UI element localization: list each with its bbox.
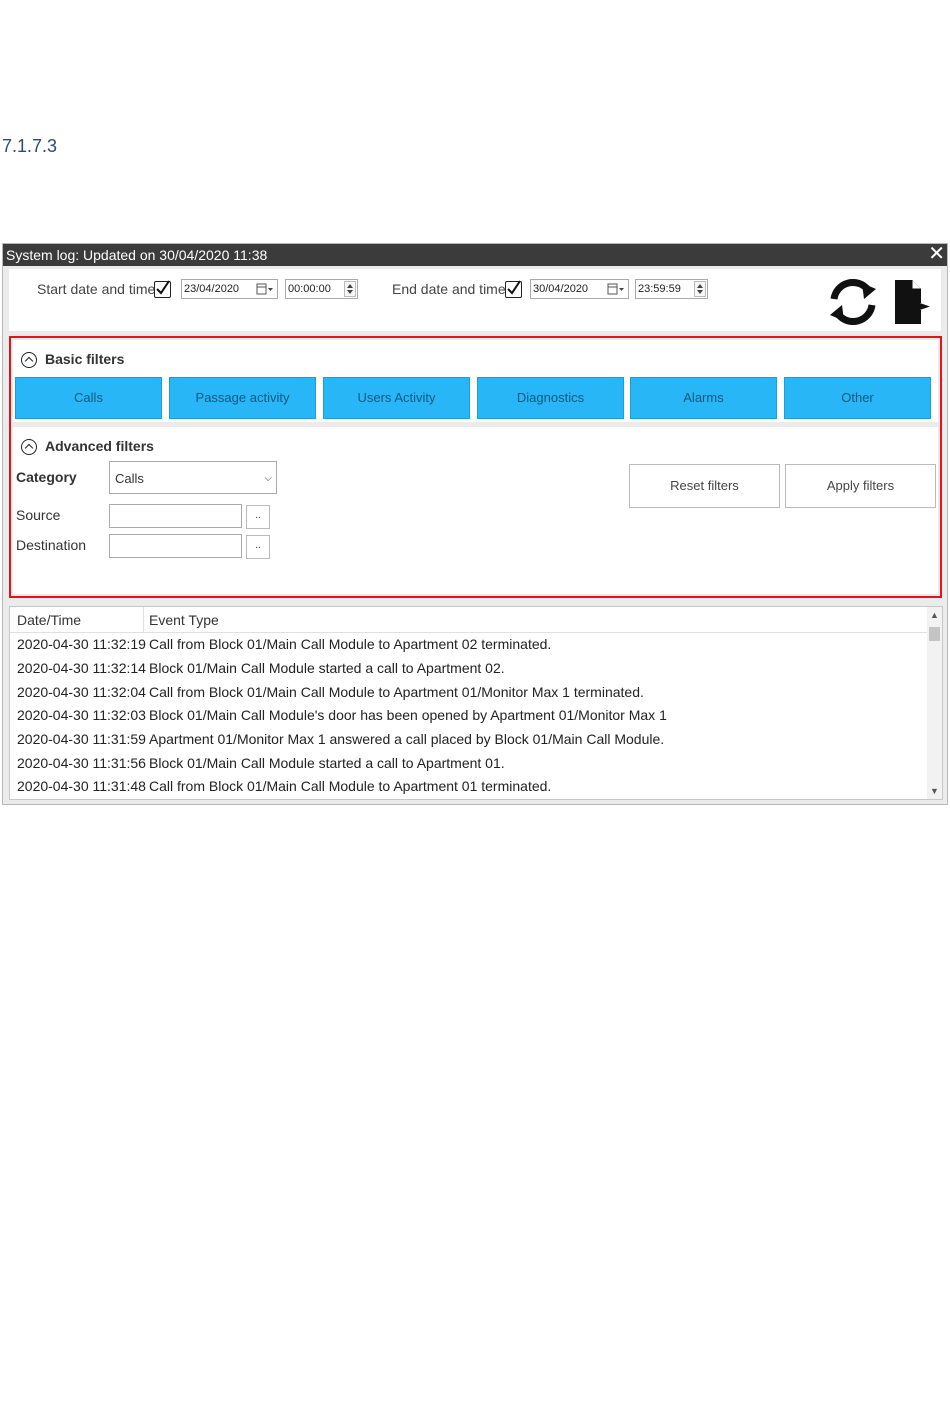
category-label: Category [16, 469, 77, 485]
category-select[interactable]: Calls ⌵ [109, 461, 277, 494]
table-header: Date/Time Event Type [10, 607, 928, 633]
start-time-input[interactable]: 00:00:00 [285, 279, 358, 299]
end-time-spinner[interactable] [694, 281, 706, 297]
end-date-label: End date and time [392, 281, 506, 297]
start-date-checkbox[interactable] [154, 280, 171, 298]
check-icon [507, 280, 521, 295]
calendar-dropdown-icon [607, 283, 624, 295]
start-date-label: Start date and time [37, 281, 156, 297]
source-browse-button[interactable]: .. [246, 505, 270, 529]
destination-label: Destination [16, 537, 87, 553]
table-row[interactable]: 2020-04-30 11:32:03 Block 01/Main Call M… [10, 704, 928, 728]
window-title: System log: Updated on 30/04/2020 11:38 [6, 247, 268, 263]
end-date-picker[interactable]: 30/04/2020 [530, 279, 629, 299]
destination-browse-button[interactable]: .. [246, 535, 270, 559]
date-range-bar: Start date and time 23/04/2020 00:00:00 … [9, 269, 941, 331]
table-row[interactable]: 2020-04-30 11:31:48 Call from Block 01/M… [10, 775, 928, 799]
filter-button-calls[interactable]: Calls [15, 377, 162, 419]
filters-region: Basic filters Calls Passage activity Use… [9, 336, 942, 598]
source-input[interactable] [109, 504, 242, 528]
table-row[interactable]: 2020-04-30 11:31:56 Block 01/Main Call M… [10, 752, 928, 776]
check-icon [156, 280, 170, 295]
table-row[interactable]: 2020-04-30 11:31:59 Apartment 01/Monitor… [10, 728, 928, 752]
destination-input[interactable] [109, 534, 242, 558]
table-row[interactable]: 2020-04-30 11:32:14 Block 01/Main Call M… [10, 657, 928, 681]
filter-button-diagnostics[interactable]: Diagnostics [477, 377, 624, 419]
advanced-filters-heading: Advanced filters [45, 438, 154, 454]
close-icon[interactable]: ✕ [928, 243, 945, 265]
filter-button-other[interactable]: Other [784, 377, 931, 419]
apply-filters-button[interactable]: Apply filters [785, 464, 936, 508]
start-date-picker[interactable]: 23/04/2020 [181, 279, 278, 299]
reset-filters-button[interactable]: Reset filters [629, 464, 780, 508]
basic-filters-heading: Basic filters [45, 351, 125, 367]
vertical-scrollbar[interactable]: ▲ ▼ [927, 607, 942, 799]
source-label: Source [16, 507, 61, 523]
section-number: 7.1.7.3 [2, 136, 58, 156]
refresh-icon[interactable] [826, 279, 880, 325]
scroll-down-icon[interactable]: ▼ [930, 786, 939, 796]
filter-button-passage-activity[interactable]: Passage activity [169, 377, 316, 419]
filter-button-alarms[interactable]: Alarms [630, 377, 777, 419]
table-row[interactable]: 2020-04-30 11:32:04 Call from Block 01/M… [10, 681, 928, 705]
start-time-spinner[interactable] [344, 281, 356, 297]
advanced-filters-panel: Advanced filters Category Calls ⌵ Source… [13, 427, 938, 594]
column-header-event-type[interactable]: Event Type [149, 612, 219, 628]
collapse-basic-filters-icon[interactable] [21, 352, 37, 368]
collapse-advanced-filters-icon[interactable] [21, 439, 37, 455]
chevron-down-icon: ⌵ [264, 473, 272, 484]
filter-button-users-activity[interactable]: Users Activity [323, 377, 470, 419]
scroll-up-icon[interactable]: ▲ [930, 610, 939, 620]
export-icon[interactable] [892, 277, 932, 327]
titlebar: System log: Updated on 30/04/2020 11:38 … [3, 243, 947, 266]
calendar-dropdown-icon [256, 283, 273, 295]
column-header-datetime[interactable]: Date/Time [17, 612, 81, 628]
table-row[interactable]: 2020-04-30 11:32:19 Call from Block 01/M… [10, 633, 928, 657]
log-table: Date/Time Event Type 2020-04-30 11:32:19… [9, 606, 943, 800]
end-time-input[interactable]: 23:59:59 [635, 279, 708, 299]
end-date-checkbox[interactable] [505, 280, 522, 298]
scrollbar-thumb[interactable] [929, 627, 940, 641]
basic-filters-panel: Basic filters Calls Passage activity Use… [13, 340, 938, 422]
system-log-window: System log: Updated on 30/04/2020 11:38 … [2, 243, 948, 805]
